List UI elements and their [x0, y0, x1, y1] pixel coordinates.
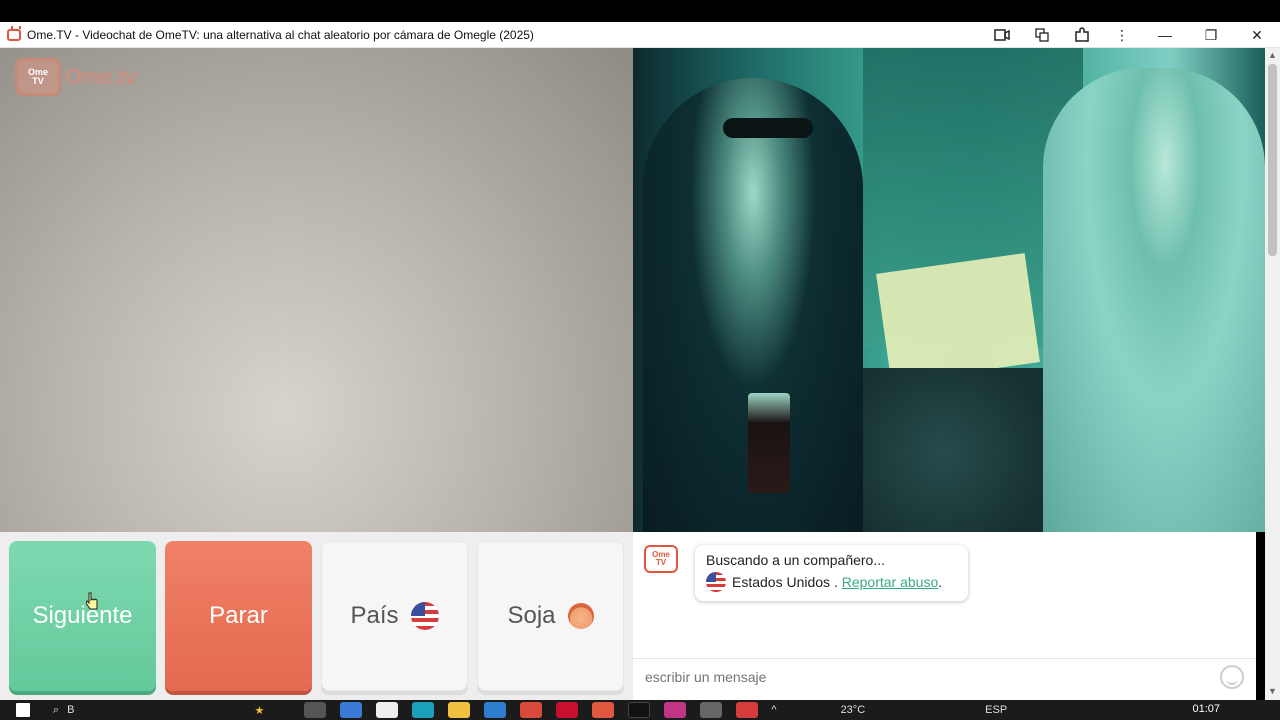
taskbar-app-copilot-icon[interactable] [340, 702, 363, 718]
scroll-thumb[interactable] [1268, 64, 1277, 256]
remote-video-drink [748, 393, 790, 493]
camera-icon[interactable] [982, 22, 1022, 48]
ometv-logo[interactable]: Ome TV Ome.tv [15, 58, 137, 96]
remote-person-right [1043, 68, 1265, 532]
taskbar-overflow-chevron-icon[interactable]: ^ [771, 704, 776, 716]
next-button[interactable]: Siguiente [9, 541, 156, 691]
hand-cursor-icon [86, 592, 98, 610]
taskbar-app-tiktok-icon[interactable] [628, 702, 651, 718]
logo-text: Ome.tv [65, 64, 137, 89]
remote-video [633, 48, 1265, 532]
local-video [0, 48, 633, 532]
message-input[interactable] [645, 668, 1205, 685]
taskbar-app-file-icon[interactable] [376, 702, 399, 718]
taskbar-app-red-icon[interactable] [556, 702, 579, 718]
taskbar-search-hint: B [67, 704, 75, 716]
message-composer [633, 658, 1256, 694]
taskbar-app-chrome-icon[interactable] [520, 702, 543, 718]
separator-text: . [830, 574, 842, 590]
titlebar-controls: ⋮ — ❐ ✕ [982, 22, 1280, 48]
taskbar-app-taskview-icon[interactable] [304, 702, 327, 718]
system-message-bubble: Buscando a un compañero... Estados Unido… [695, 545, 968, 601]
windows-start-icon[interactable] [16, 703, 30, 717]
scroll-down-arrow-icon[interactable]: ▼ [1266, 686, 1279, 698]
chat-logo-text-bottom: TV [655, 558, 667, 567]
taskbar-clock[interactable]: 01:07 [1192, 703, 1220, 715]
country-button-label: País [350, 602, 399, 629]
us-flag-icon [410, 602, 439, 630]
taskbar-app-pen-icon[interactable] [700, 702, 723, 718]
scroll-up-arrow-icon[interactable]: ▲ [1266, 50, 1279, 62]
taskbar-app-edge-icon[interactable] [412, 702, 435, 718]
screen-top-bar [0, 0, 1280, 22]
taskbar-lang[interactable]: ESP [985, 704, 1007, 716]
window-title: Ome.TV - Videochat de OmeTV: una alterna… [27, 27, 534, 42]
country-button[interactable]: País [321, 541, 468, 691]
os-taskbar: ⌕ B ★ ^ 23°C ESP 01:07 [0, 700, 1280, 720]
searching-text: Buscando a un compañero... [706, 552, 886, 568]
more-menu-icon[interactable]: ⋮ [1102, 22, 1142, 48]
taskbar-widget-icon[interactable]: ★ [255, 704, 265, 717]
gender-button-label: Soja [507, 602, 556, 629]
taskbar-app-store-icon[interactable] [484, 702, 507, 718]
remote-video-paper [876, 253, 1040, 383]
person-face-icon [567, 603, 594, 629]
us-flag-small-icon [706, 572, 726, 592]
report-suffix: . [938, 574, 943, 590]
tv-favicon-icon [7, 25, 21, 41]
taskbar-app-explorer-icon[interactable] [448, 702, 471, 718]
country-text: Estados Unidos [732, 574, 831, 590]
chat-tv-logo-icon: Ome TV [644, 545, 678, 573]
logo-icon-text-bottom: TV [32, 76, 44, 86]
restore-button[interactable]: ❐ [1188, 22, 1234, 48]
stop-button-label: Parar [209, 602, 268, 629]
taskbar-app-game-icon[interactable] [736, 702, 759, 718]
remote-person-glasses [723, 118, 813, 138]
tv-logo-icon: Ome TV [15, 58, 61, 96]
gender-button[interactable]: Soja [477, 541, 624, 691]
taskbar-app-instagram-icon[interactable] [664, 702, 687, 718]
extensions-icon[interactable] [1062, 22, 1102, 48]
next-button-label: Siguiente [32, 602, 133, 629]
stop-button[interactable]: Parar [165, 541, 312, 691]
report-abuse-link[interactable]: Reportar abuso [842, 574, 939, 590]
status-line: Estados Unidos . Reportar abuso . [706, 572, 957, 592]
taskbar-search-icon[interactable]: ⌕ [53, 704, 59, 717]
translate-icon[interactable] [1022, 22, 1062, 48]
close-button[interactable]: ✕ [1234, 22, 1280, 48]
minimize-button[interactable]: — [1142, 22, 1188, 48]
window-titlebar: Ome.TV - Videochat de OmeTV: una alterna… [0, 22, 1280, 48]
taskbar-temperature: 23°C [840, 704, 866, 716]
emoji-icon[interactable] [1220, 665, 1244, 689]
taskbar-app-ometv-icon[interactable] [592, 702, 615, 718]
